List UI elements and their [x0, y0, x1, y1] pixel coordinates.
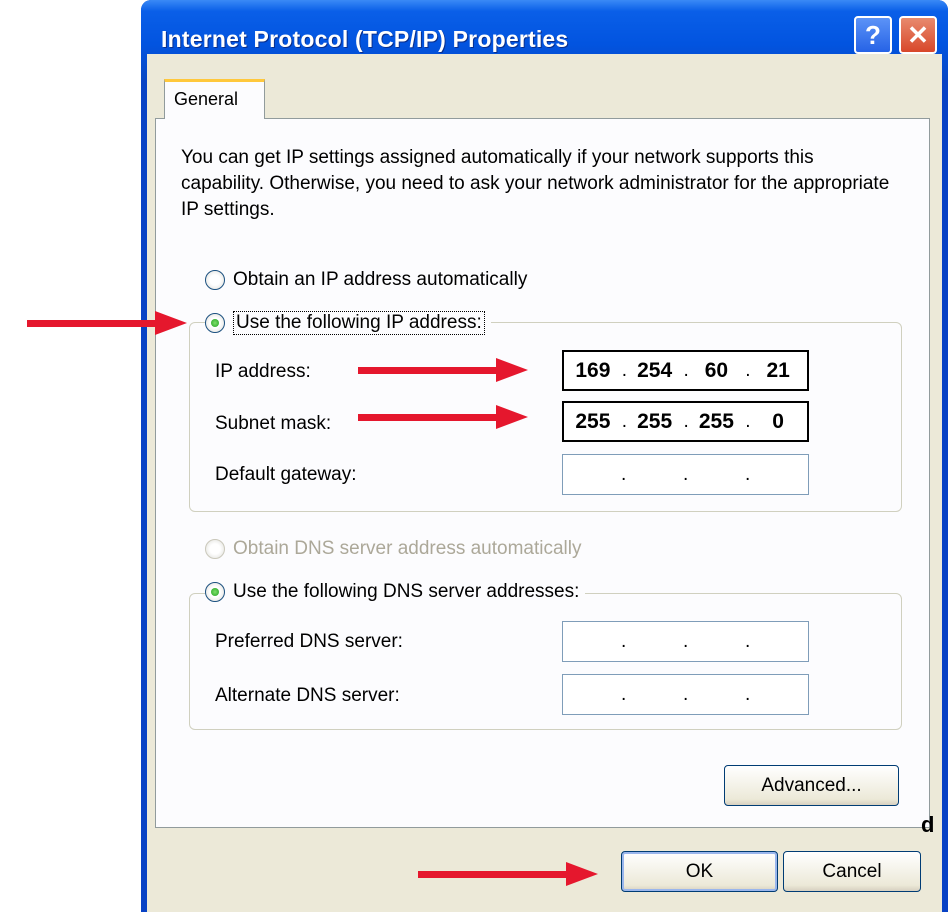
radio-checked-icon — [205, 313, 225, 333]
window-title: Internet Protocol (TCP/IP) Properties — [161, 26, 569, 52]
subnet-octet-2: 255 — [637, 409, 673, 433]
annotation-arrow-use-ip — [27, 311, 187, 335]
annotation-arrow-subnet-mask — [358, 405, 528, 429]
radio-unchecked-icon — [205, 270, 225, 290]
alternate-dns-input[interactable]: . . . — [562, 674, 809, 715]
octet-separator: . — [621, 683, 627, 705]
preferred-dns-label: Preferred DNS server: — [215, 631, 403, 652]
radio-checked-icon — [205, 582, 225, 602]
annotation-arrow-ip-address — [358, 358, 528, 382]
octet-separator: . — [621, 630, 627, 652]
use-following-dns-label: Use the following DNS server addresses: — [233, 581, 580, 602]
tab-general-label: General — [174, 89, 239, 109]
obtain-ip-automatically-label: Obtain an IP address automatically — [233, 269, 528, 290]
octet-separator: . — [745, 683, 751, 705]
obtain-dns-automatically-label: Obtain DNS server address automatically — [233, 538, 582, 559]
use-following-ip-label: Use the following IP address: — [233, 311, 485, 335]
octet-separator: . — [621, 463, 627, 485]
close-button[interactable]: ✕ — [899, 16, 937, 54]
octet-separator: . — [683, 630, 689, 652]
annotation-arrow-ok — [418, 862, 598, 886]
tcpip-properties-dialog: Internet Protocol (TCP/IP) Properties ? … — [141, 0, 948, 912]
obtain-ip-automatically-radio[interactable]: Obtain an IP address automatically — [205, 269, 534, 291]
octet-separator: . — [683, 683, 689, 705]
tab-general[interactable]: General — [164, 79, 265, 119]
help-button[interactable]: ? — [854, 16, 892, 54]
ip-octet-1: 169 — [575, 358, 611, 382]
preferred-dns-input[interactable]: . . . — [562, 621, 809, 662]
cancel-button[interactable]: Cancel — [783, 851, 921, 892]
use-following-ip-radio[interactable]: Use the following IP address: — [205, 311, 491, 335]
ip-address-input[interactable]: 169. 254. 60. 21 — [562, 350, 809, 391]
subnet-octet-3: 255 — [698, 409, 734, 433]
default-gateway-input[interactable]: . . . — [562, 454, 809, 495]
octet-separator: . — [683, 463, 689, 485]
subnet-mask-label: Subnet mask: — [215, 413, 332, 434]
ip-octet-4: 21 — [766, 358, 790, 382]
close-icon: ✕ — [907, 19, 929, 50]
intro-text: You can get IP settings assigned automat… — [181, 147, 890, 220]
dialog-client-area: General You can get IP settings assigned… — [147, 54, 942, 912]
subnet-mask-input[interactable]: 255. 255. 255. 0 — [562, 401, 809, 442]
subnet-octet-1: 255 — [575, 409, 611, 433]
ip-address-label: IP address: — [215, 361, 311, 382]
subnet-octet-4: 0 — [772, 409, 784, 433]
alternate-dns-label: Alternate DNS server: — [215, 685, 400, 706]
default-gateway-label: Default gateway: — [215, 464, 357, 485]
ip-octet-3: 60 — [704, 358, 729, 382]
stray-text: d — [921, 812, 935, 837]
octet-separator: . — [745, 463, 751, 485]
ip-octet-2: 254 — [637, 358, 673, 382]
octet-separator: . — [745, 630, 751, 652]
advanced-button[interactable]: Advanced... — [724, 765, 899, 806]
use-following-dns-radio[interactable]: Use the following DNS server addresses: — [205, 581, 586, 603]
help-icon: ? — [865, 19, 881, 50]
radio-disabled-icon — [205, 539, 225, 559]
ok-button[interactable]: OK — [621, 851, 778, 892]
obtain-dns-automatically-radio: Obtain DNS server address automatically — [205, 538, 588, 560]
